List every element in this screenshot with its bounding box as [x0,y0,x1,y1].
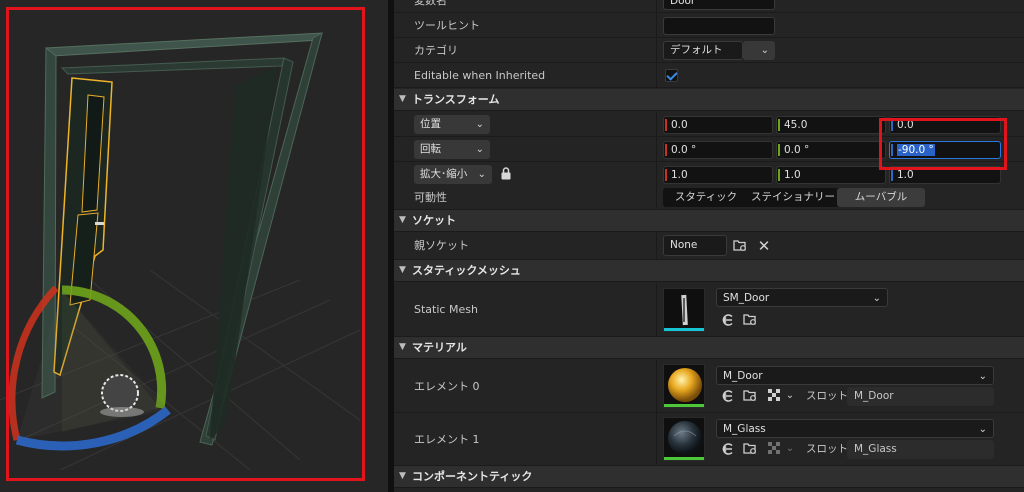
level-viewport[interactable] [0,0,388,492]
collapse-arrow-icon: ▼ [399,342,406,352]
rotation-y-field[interactable]: 0.0 ° [776,141,886,159]
slot-value[interactable]: M_Glass [847,440,994,459]
material-value: M_Door [723,370,763,382]
socket-category[interactable]: ▼ ソケット [394,210,1024,232]
static-mesh-value: SM_Door [723,292,770,304]
category-dropdown[interactable]: ⌄ [743,41,775,60]
mobility-movable-option[interactable]: ムーバブル [837,188,925,207]
location-mode-dropdown[interactable]: 位置 ⌄ [414,115,490,134]
material-dropdown[interactable]: M_Glass ⌄ [716,419,994,438]
rotation-row: 回転 ⌄ 0.0 ° 0.0 ° -90.0 ° [394,137,1024,162]
chevron-down-icon: ⌄ [475,144,484,155]
static-mesh-thumbnail[interactable] [663,288,705,332]
checker-icon[interactable] [767,389,781,403]
static-mesh-category[interactable]: ▼ スタティックメッシュ [394,260,1024,282]
static-mesh-row: Static Mesh SM_Door ⌄ [394,283,1024,337]
material-element-label: エレメント 0 [414,380,480,393]
viewport-highlight-frame [6,7,365,481]
use-selected-icon[interactable] [721,442,735,456]
parent-socket-label: 親ソケット [414,239,469,252]
rotation-mode-dropdown[interactable]: 回転 ⌄ [414,140,490,159]
location-row: 位置 ⌄ 0.0 45.0 0.0 [394,112,1024,137]
chevron-down-icon[interactable]: ⌄ [783,442,797,456]
tooltip-input[interactable] [663,17,775,35]
use-selected-icon[interactable] [721,389,735,403]
rotation-z-value: -90.0 ° [897,144,935,156]
browse-icon[interactable] [743,442,757,456]
slot-label: スロット [806,390,848,402]
category-label: カテゴリ [414,44,458,57]
material-value: M_Glass [723,423,766,435]
static-mesh-dropdown[interactable]: SM_Door ⌄ [716,288,888,307]
transform-title: トランスフォーム [412,93,500,106]
variable-name-row: 変数名 Door [394,0,1024,13]
tooltip-label: ツールヒント [414,19,480,32]
parent-socket-value[interactable]: None [663,235,727,256]
material-element-row: エレメント 0 M_Door ⌄ ⌄ スロット M_Door [394,360,1024,413]
scale-z-field[interactable]: 1.0 [889,166,1001,184]
material-dropdown[interactable]: M_Door ⌄ [716,366,994,385]
slot-label: スロット [806,443,848,455]
rotation-mode-label: 回転 [420,143,441,155]
location-x-field[interactable]: 0.0 [663,116,773,134]
editable-label: Editable when Inherited [414,69,546,82]
details-panel: 変数名 Door ツールヒント カテゴリ デフォルト ⌄ Editable wh… [394,0,1024,492]
lock-icon[interactable] [499,167,513,181]
material-category[interactable]: ▼ マテリアル [394,337,1024,359]
collapse-arrow-icon: ▼ [399,265,406,275]
category-value: デフォルト [670,44,723,56]
scale-mode-label: 拡大･縮小 [420,168,468,180]
collapse-arrow-icon: ▼ [399,471,406,481]
mobility-stationary-option[interactable]: ステイショナリー [749,188,837,207]
browse-icon[interactable] [743,389,757,403]
location-mode-label: 位置 [420,118,441,130]
scale-y-field[interactable]: 1.0 [776,166,886,184]
scale-mode-dropdown[interactable]: 拡大･縮小 ⌄ [414,165,492,184]
material-thumbnail[interactable] [663,364,705,408]
browse-icon[interactable] [743,313,757,327]
material-element-row: エレメント 1 M_Glass ⌄ ⌄ スロット M_Glass [394,413,1024,466]
socket-title: ソケット [412,214,456,227]
chevron-down-icon: ⌄ [475,119,484,130]
scale-row: 拡大･縮小 ⌄ 1.0 1.0 1.0 [394,162,1024,187]
mobility-static-option[interactable]: スタティック [663,188,749,207]
chevron-down-icon: ⌄ [872,293,881,304]
chevron-down-icon: ⌄ [978,424,987,435]
transform-category[interactable]: ▼ トランスフォーム [394,89,1024,111]
category-combo[interactable]: デフォルト [663,41,743,60]
collapse-arrow-icon: ▼ [399,215,406,225]
tooltip-row: ツールヒント [394,13,1024,38]
material-thumbnail[interactable] [663,417,705,461]
chevron-down-icon: ⌄ [477,169,486,180]
variable-name-label: 変数名 [414,0,447,7]
mobility-segmented-control[interactable]: スタティック ステイショナリー ムーバブル [663,188,925,207]
chevron-down-icon: ⌄ [760,45,769,56]
rotation-z-field[interactable]: -90.0 ° [889,141,1001,159]
mobility-label: 可動性 [414,191,447,204]
location-z-field[interactable]: 0.0 [889,116,1001,134]
component-tick-category[interactable]: ▼ コンポーネントティック [394,466,1024,488]
component-tick-title: コンポーネントティック [412,470,533,483]
static-mesh-label: Static Mesh [414,303,478,316]
material-title: マテリアル [412,341,467,354]
editable-checkbox[interactable] [665,69,678,82]
material-element-label: エレメント 1 [414,433,480,446]
clear-icon[interactable]: ✕ [757,239,771,254]
use-selected-icon[interactable] [721,313,735,327]
chevron-down-icon: ⌄ [978,371,987,382]
scale-x-field[interactable]: 1.0 [663,166,773,184]
chevron-down-icon[interactable]: ⌄ [783,389,797,403]
checker-icon[interactable] [767,442,781,456]
parent-socket-row: 親ソケット None ✕ [394,232,1024,260]
slot-value[interactable]: M_Door [847,387,994,406]
category-row: カテゴリ デフォルト ⌄ [394,38,1024,63]
collapse-arrow-icon: ▼ [399,94,406,104]
rotation-x-field[interactable]: 0.0 ° [663,141,773,159]
location-y-field[interactable]: 45.0 [776,116,886,134]
editable-row: Editable when Inherited [394,63,1024,88]
browse-icon[interactable] [733,239,747,253]
variable-name-input[interactable]: Door [663,0,775,10]
static-mesh-title: スタティックメッシュ [412,264,521,277]
